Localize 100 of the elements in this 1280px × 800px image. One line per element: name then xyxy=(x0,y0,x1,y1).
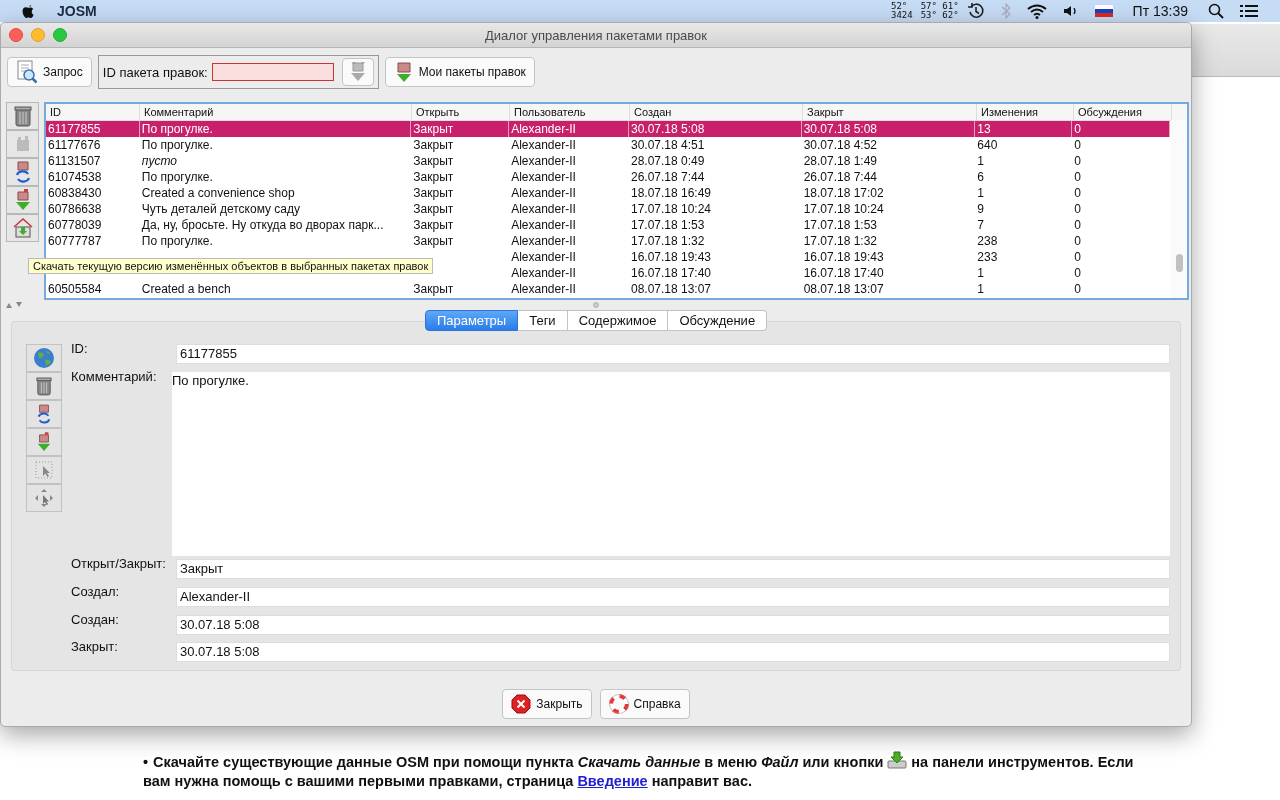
table-cell: 640 xyxy=(977,138,998,152)
query-button[interactable]: Запрос xyxy=(7,57,92,87)
download-objects-button[interactable] xyxy=(6,214,39,242)
table-row[interactable]: 61177855 По прогулке. Закрыт Alexander-II 30.07.18 5:08 30.07.18 5:08 13 0 xyxy=(46,121,1170,137)
zoom-button[interactable] xyxy=(26,484,62,512)
table-cell: Да, ну, бросьте. Ну откуда во дворах парк... xyxy=(141,218,384,232)
field-label: Комментарий: xyxy=(71,368,158,385)
table-cell: Alexander-II xyxy=(511,234,576,248)
table-cell: 1 xyxy=(977,282,984,296)
column-header[interactable]: ID xyxy=(46,104,140,120)
box-download-icon xyxy=(348,61,367,83)
table-cell: Alexander-II xyxy=(511,218,576,232)
zoom-window-button[interactable] xyxy=(53,28,67,42)
splitter-arrows-icon[interactable] xyxy=(5,302,23,308)
table-row[interactable]: 60838430 Created a convenience shop Закрыт Alexander-II 18.07.18 16:49 18.07.18 17:02 1 0 xyxy=(46,185,1170,201)
my-changesets-button[interactable]: Мои пакеты правок xyxy=(384,57,535,87)
download-button[interactable] xyxy=(6,186,39,214)
tab[interactable]: Содержимое xyxy=(567,310,669,331)
table-cell: 0 xyxy=(1074,282,1081,296)
table-cell: 0 xyxy=(1074,154,1081,168)
changeset-id-field[interactable] xyxy=(211,63,334,81)
field-label: Закрыт: xyxy=(71,639,119,656)
table-cell: 61074538 xyxy=(48,170,102,184)
table-cell: 60505584 xyxy=(48,282,102,296)
minimize-window-button[interactable] xyxy=(31,28,45,42)
text-field[interactable]: 30.07.18 5:08 xyxy=(176,642,1170,663)
table-cell: 17.07.18 1:53 xyxy=(630,218,705,232)
text-field[interactable]: 61177855 xyxy=(176,344,1170,364)
table-cell: 08.07.18 13:07 xyxy=(803,282,884,296)
update-button[interactable] xyxy=(6,158,39,186)
table-cell: Закрыт xyxy=(413,154,454,168)
table-cell: Created a bench xyxy=(141,282,231,296)
tooltip: Скачать текущую версию изменённых объектов в выбранных пакетах правок xyxy=(28,258,434,274)
column-header[interactable]: Открыть xyxy=(412,104,510,120)
table-cell: По прогулке. xyxy=(141,138,213,152)
text-field[interactable]: Alexander-II xyxy=(176,587,1170,607)
russian-flag-icon[interactable] xyxy=(1094,5,1113,17)
table-row[interactable]: 60777787 По прогулке. Закрыт Alexander-II 17.07.18 1:32 17.07.18 1:32 238 0 xyxy=(46,233,1170,249)
delete-button[interactable] xyxy=(6,102,39,130)
volume-icon[interactable] xyxy=(1062,4,1079,18)
table-cell: Закрыт xyxy=(413,138,454,152)
close-icon xyxy=(511,694,532,714)
help-button[interactable]: Справка xyxy=(599,689,690,719)
table-cell: По прогулке. xyxy=(141,170,213,184)
tab[interactable]: Обсуждение xyxy=(668,310,768,331)
table-row[interactable]: 61074538 По прогулке. Закрыт Alexander-II 26.07.18 7:44 26.07.18 7:44 6 0 xyxy=(46,169,1170,185)
table-cell: Закрыт xyxy=(413,234,454,248)
open-map-button[interactable] xyxy=(26,344,62,372)
splitter-handle-icon[interactable] xyxy=(593,302,599,308)
text-field[interactable]: Закрыт xyxy=(176,559,1170,580)
window-title: Диалог управления пакетами правок xyxy=(484,27,708,43)
column-header[interactable]: Изменения xyxy=(977,104,1074,120)
column-header[interactable]: Закрыт xyxy=(803,104,977,120)
tab[interactable]: Теги xyxy=(518,310,568,331)
table-cell: 17.07.18 1:32 xyxy=(630,234,705,248)
table-row[interactable]: 60505584 Created a bench Закрыт Alexander-II 08.07.18 13:07 08.07.18 13:07 1 0 xyxy=(46,281,1170,297)
scrollbar[interactable] xyxy=(1171,120,1187,298)
search-icon[interactable] xyxy=(1208,3,1224,19)
delete-button[interactable] xyxy=(26,372,62,400)
clock-history-icon[interactable] xyxy=(966,2,985,20)
menu-icon[interactable] xyxy=(1240,4,1258,18)
text-field[interactable]: 30.07.18 5:08 xyxy=(176,614,1170,635)
download-changeset-button[interactable] xyxy=(341,58,374,86)
table-row[interactable]: 61177676 По прогулке. Закрыт Alexander-II 30.07.18 4:51 30.07.18 4:52 640 0 xyxy=(46,137,1170,153)
table-cell: 60778039 xyxy=(48,218,102,232)
table-cell: Чуть деталей детскому саду xyxy=(141,202,301,216)
table-cell: 17.07.18 1:53 xyxy=(803,218,878,232)
table-cell: 17.07.18 10:24 xyxy=(803,202,884,216)
table-cell: 13 xyxy=(977,122,991,136)
update-button[interactable] xyxy=(26,400,62,428)
table-cell: 16.07.18 19:43 xyxy=(803,250,884,264)
table-cell: 30.07.18 5:08 xyxy=(630,122,705,136)
app-menu[interactable]: JOSM xyxy=(57,3,97,19)
table-cell: 28.07.18 1:49 xyxy=(803,154,878,168)
table-cell: Alexander-II xyxy=(511,250,576,264)
close-button[interactable]: Закрыть xyxy=(502,689,592,719)
table-cell: 08.07.18 13:07 xyxy=(630,282,712,296)
download-button[interactable] xyxy=(26,428,62,456)
column-header[interactable]: Комментарий xyxy=(140,104,412,120)
table-row[interactable]: 61131507 пусто Закрыт Alexander-II 28.07.18 0:49 28.07.18 1:49 1 0 xyxy=(46,153,1170,169)
comment-field[interactable]: По прогулке. xyxy=(172,371,1170,556)
table-cell: 0 xyxy=(1074,234,1081,248)
temperature-reading: 53° 62° xyxy=(920,11,959,20)
clock[interactable]: Пт 13:39 xyxy=(1132,3,1188,19)
table-cell: 0 xyxy=(1074,266,1081,280)
column-header[interactable]: Пользователь xyxy=(510,104,630,120)
close-window-button[interactable] xyxy=(9,28,23,42)
table-cell: Alexander-II xyxy=(511,138,576,152)
select-button[interactable] xyxy=(26,456,62,484)
box-refresh-icon xyxy=(13,160,32,184)
table-cell: 18.07.18 17:02 xyxy=(803,186,884,200)
table-cell: 26.07.18 7:44 xyxy=(630,170,705,184)
table-row[interactable]: 60786638 Чуть деталей детскому саду Закрыт Alexander-II 17.07.18 10:24 17.07.18 10:24 9 0 xyxy=(46,201,1170,217)
field-label: Создан: xyxy=(71,611,120,628)
table-row[interactable]: 60778039 Да, ну, бросьте. Ну откуда во дворах парк... Закрыт Alexander-II 17.07.18 1:53 17.07.18 1:53 7 0 xyxy=(46,217,1170,233)
help-link[interactable]: Введение xyxy=(577,773,648,789)
wifi-icon[interactable] xyxy=(1026,3,1047,19)
table-cell: 0 xyxy=(1074,218,1081,232)
apple-logo-icon[interactable] xyxy=(22,3,35,19)
column-header[interactable]: Создан xyxy=(630,104,803,120)
